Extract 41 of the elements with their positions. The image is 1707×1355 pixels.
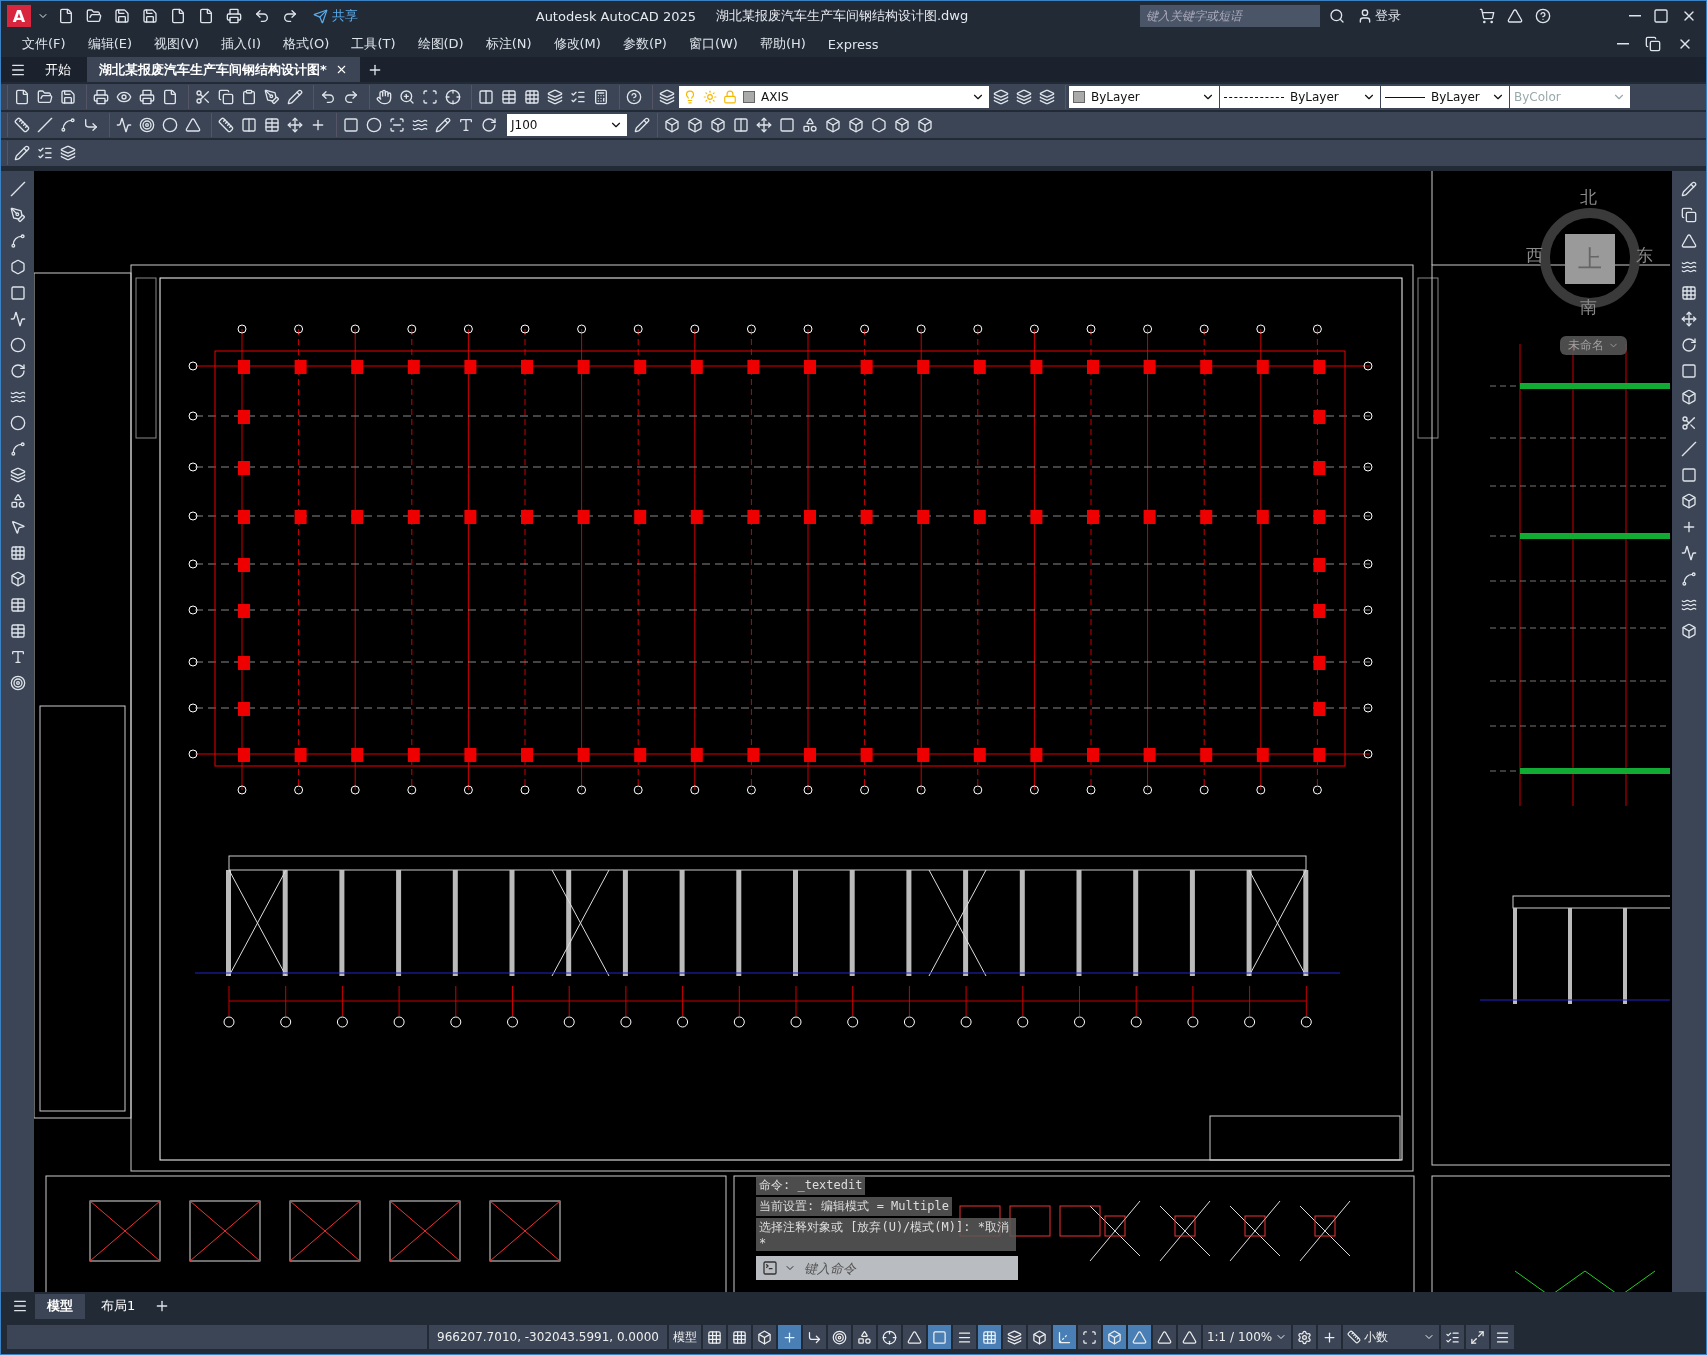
document-tab[interactable]: 开始 <box>33 57 83 82</box>
dimension-style-dropdown[interactable]: J100 <box>507 114 627 136</box>
annotation-scale-dropdown[interactable]: 1:1 / 100% <box>1202 1325 1292 1349</box>
search-field[interactable]: 键入关键字或短语 <box>1140 5 1320 27</box>
menu-item[interactable]: 标注(N) <box>474 35 543 53</box>
compass-south[interactable]: 南 <box>1580 296 1597 319</box>
linetype-value: ByLayer <box>1290 90 1339 104</box>
coordinates-readout: 966207.7010, -302043.5991, 0.0000 <box>429 1325 667 1349</box>
layout-tab[interactable]: 模型 <box>35 1293 85 1319</box>
linetype-dropdown[interactable]: ByLayer <box>1220 86 1380 108</box>
layer-dropdown[interactable]: AXIS <box>679 86 989 108</box>
model-space-button[interactable]: 模型 <box>668 1325 701 1349</box>
color-dropdown[interactable]: ByLayer <box>1069 86 1219 108</box>
menu-item[interactable]: 文件(F) <box>11 35 77 53</box>
compass-east[interactable]: 东 <box>1636 244 1653 267</box>
color-value: ByLayer <box>1091 90 1140 104</box>
window-title: Autodesk AutoCAD 2025 <box>535 8 696 24</box>
lineweight-value: ByLayer <box>1431 90 1480 104</box>
menu-item[interactable]: 修改(M) <box>542 35 612 53</box>
units-dropdown[interactable]: 小数 <box>1343 1325 1440 1349</box>
compass-north[interactable]: 北 <box>1580 186 1597 209</box>
file-name: 湖北某报废汽车生产车间钢结构设计图.dwg <box>716 7 969 25</box>
menu-item[interactable]: 窗口(W) <box>677 35 749 53</box>
app-logo[interactable]: A <box>7 5 31 27</box>
menu-item[interactable]: 帮助(H) <box>748 35 817 53</box>
layer-name: AXIS <box>761 90 789 104</box>
menu-item[interactable]: 参数(P) <box>611 35 678 53</box>
menu-item[interactable]: 视图(V) <box>143 35 211 53</box>
lineweight-dropdown[interactable]: ByLayer <box>1381 86 1509 108</box>
menu-item[interactable]: 插入(I) <box>210 35 272 53</box>
document-tab[interactable]: 湖北某报废汽车生产车间钢结构设计图* <box>87 57 360 82</box>
layout-tab[interactable]: 布局1 <box>89 1293 148 1319</box>
menu-item[interactable]: 格式(O) <box>272 35 341 53</box>
sign-in-button[interactable]: 登录 <box>1354 4 1404 28</box>
command-input[interactable]: 键入命令 <box>802 1259 1002 1277</box>
compass-west[interactable]: 西 <box>1526 244 1543 267</box>
menu-item[interactable]: Express <box>816 36 890 52</box>
share-button[interactable]: 共享 <box>307 6 364 26</box>
menu-item[interactable]: 工具(T) <box>340 35 407 53</box>
menu-item[interactable]: 绘图(D) <box>406 35 475 53</box>
menu-item[interactable]: 编辑(E) <box>76 35 143 53</box>
